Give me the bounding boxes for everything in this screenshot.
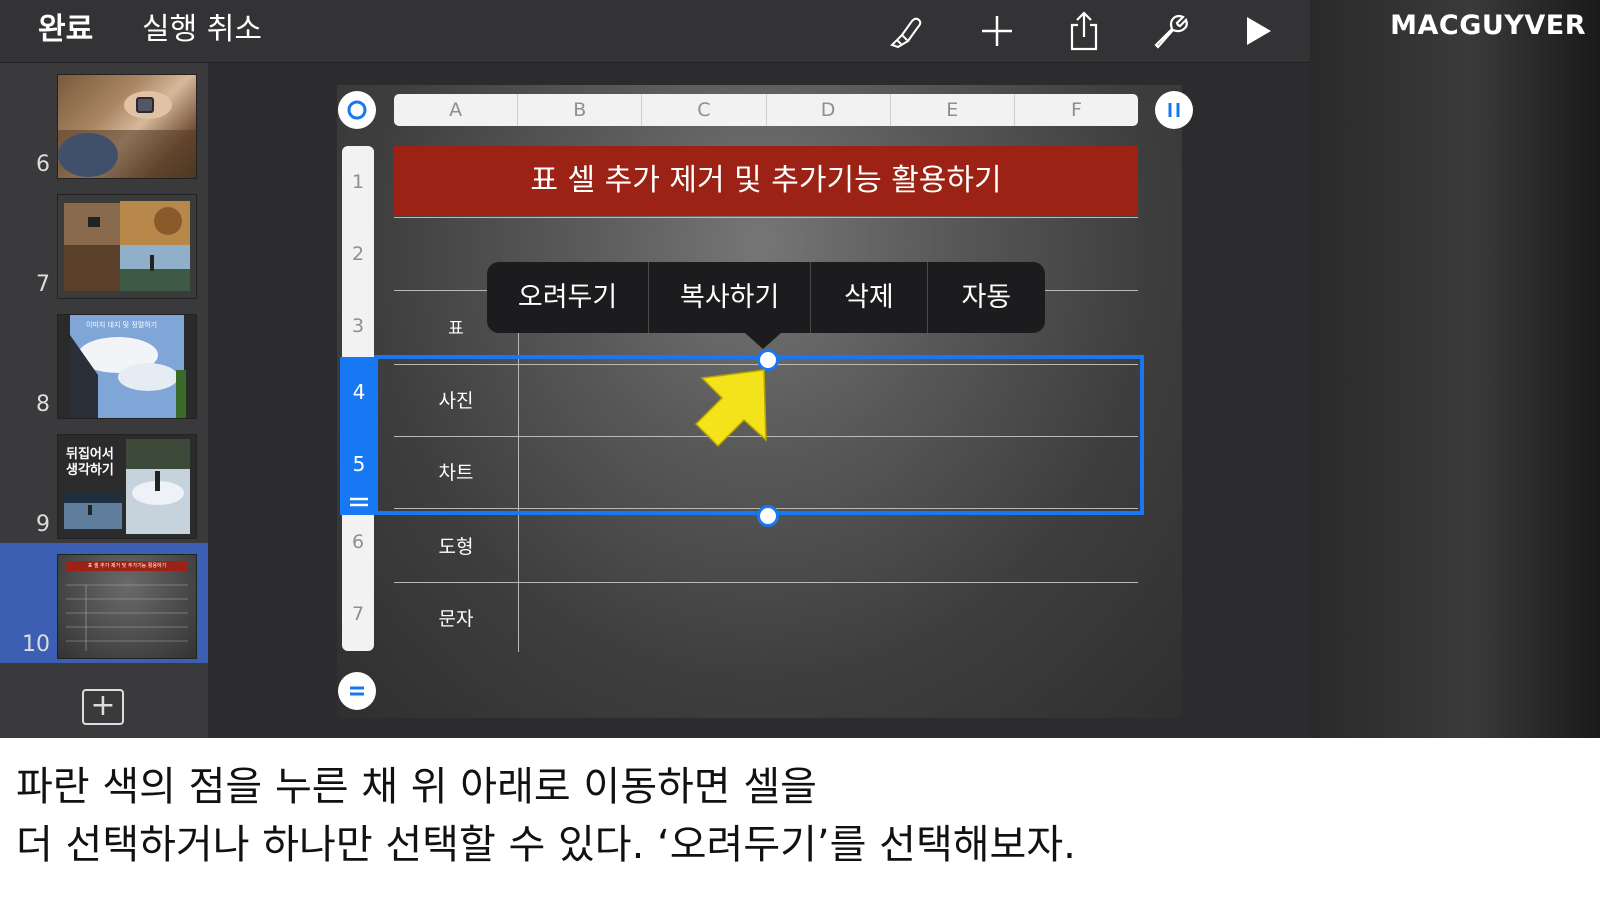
pointer-arrow-icon <box>694 369 767 448</box>
slide-thumbnail-7[interactable]: 7 <box>0 183 208 303</box>
table-title-banner[interactable]: 표 셀 추가 제거 및 추가기능 활용하기 <box>394 146 1138 216</box>
row-resize-icon[interactable] <box>340 492 378 512</box>
slide-7-preview <box>58 195 196 298</box>
slide-thumbnail-9[interactable]: 뒤집어서 생각하기 9 <box>0 423 208 543</box>
add-row-handle[interactable] <box>338 672 376 710</box>
slide-8-preview: 이미지 대지 및 정렬하기 <box>58 315 196 418</box>
row-header[interactable]: 6 <box>342 506 374 578</box>
add-slide-button[interactable]: + <box>82 689 124 725</box>
brand-logo: MACGUYVER <box>1390 10 1586 41</box>
keynote-app: 완료 실행 취소 6 7 이미지 대지 및 정렬하기 8 뒤집어서 생각하기 9… <box>0 0 1310 738</box>
add-icon[interactable] <box>975 10 1019 52</box>
column-header[interactable]: A <box>394 94 519 126</box>
delete-menu-item[interactable]: 삭제 <box>811 262 928 333</box>
play-icon[interactable] <box>1236 10 1280 52</box>
row-header[interactable]: 3 <box>342 290 374 362</box>
slide-number: 8 <box>36 392 50 417</box>
column-header[interactable]: B <box>518 94 643 126</box>
row-header-selected[interactable]: 4 <box>340 380 378 404</box>
slide-number: 9 <box>36 512 50 537</box>
selection-handle-bottom[interactable] <box>757 505 779 527</box>
row-label[interactable]: 문자 <box>410 604 502 631</box>
share-icon[interactable] <box>1062 10 1106 52</box>
select-table-handle[interactable] <box>338 91 376 129</box>
context-menu-pointer <box>745 333 781 349</box>
slide-thumbnail-8[interactable]: 이미지 대지 및 정렬하기 8 <box>0 303 208 423</box>
top-toolbar: 완료 실행 취소 <box>0 0 1310 63</box>
slide-thumbnail-6[interactable]: 6 <box>0 63 208 183</box>
done-button[interactable]: 완료 <box>38 8 93 52</box>
slide-10-preview: 표 셀 추가 제거 및 추가기능 활용하기 <box>58 555 196 658</box>
add-column-handle[interactable] <box>1155 91 1193 129</box>
column-header[interactable]: E <box>891 94 1015 126</box>
slide-6-preview <box>58 75 196 178</box>
format-brush-icon[interactable] <box>884 10 928 52</box>
undo-button[interactable]: 실행 취소 <box>142 8 262 52</box>
slide-navigator: 6 7 이미지 대지 및 정렬하기 8 뒤집어서 생각하기 9 표 셀 추가 제… <box>0 63 209 738</box>
right-panel: MACGUYVER <box>1310 0 1600 738</box>
row-header[interactable]: 2 <box>342 218 374 290</box>
caption-line-1: 파란 색의 점을 누른 채 위 아래로 이동하면 셀을 <box>16 764 817 810</box>
slide-thumbnail-10[interactable]: 표 셀 추가 제거 및 추가기능 활용하기 10 <box>0 543 208 663</box>
caption-line-2: 더 선택하거나 하나만 선택할 수 있다. ‘오려두기’를 선택해보자. <box>16 822 1076 868</box>
column-header[interactable]: D <box>767 94 891 126</box>
table-line <box>394 217 1138 218</box>
row-header[interactable]: 1 <box>342 146 374 218</box>
table-line <box>394 582 1138 583</box>
slide-number: 10 <box>22 632 50 657</box>
column-header[interactable]: F <box>1015 94 1138 126</box>
auto-menu-item[interactable]: 자동 <box>928 262 1045 333</box>
column-header-bar: A B C D E F <box>394 94 1138 126</box>
slide-9-preview: 뒤집어서 생각하기 <box>58 435 196 538</box>
slide-9-title: 뒤집어서 생각하기 <box>66 447 114 478</box>
copy-menu-item[interactable]: 복사하기 <box>649 262 812 333</box>
wrench-icon[interactable] <box>1148 10 1192 52</box>
cut-menu-item[interactable]: 오려두기 <box>487 262 650 333</box>
slide-8-title: 이미지 대지 및 정렬하기 <box>86 321 158 329</box>
row-header-selected[interactable]: 5 <box>340 452 378 476</box>
instruction-caption: 파란 색의 점을 누른 채 위 아래로 이동하면 셀을 더 선택하거나 하나만 … <box>16 758 1586 874</box>
slide-number: 7 <box>36 272 50 297</box>
column-header[interactable]: C <box>642 94 767 126</box>
row-header[interactable]: 7 <box>342 578 374 650</box>
selected-row-headers[interactable]: 4 5 <box>340 357 378 515</box>
slide-number: 6 <box>36 152 50 177</box>
row-label[interactable]: 도형 <box>410 532 502 559</box>
context-menu: 오려두기 복사하기 삭제 자동 <box>487 262 1045 333</box>
